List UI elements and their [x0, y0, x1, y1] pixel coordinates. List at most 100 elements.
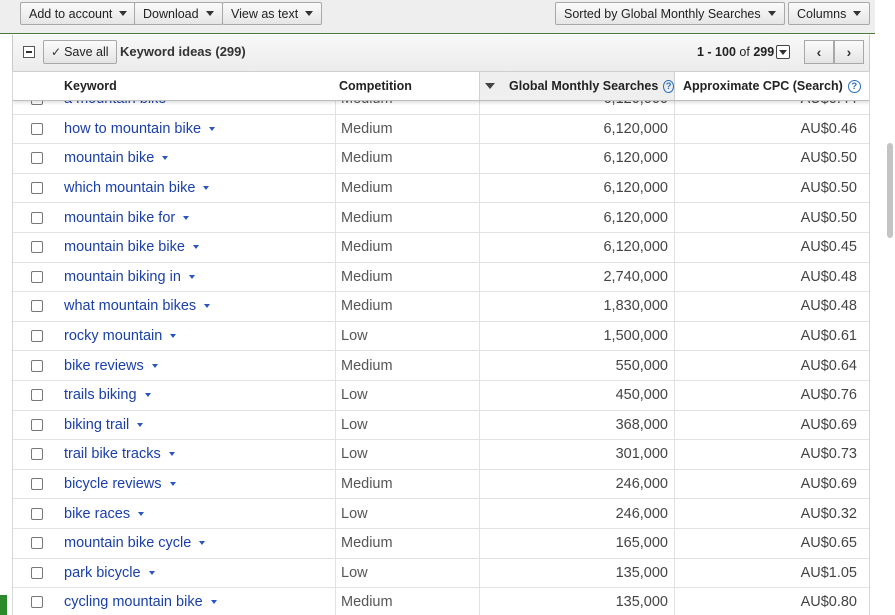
row-checkbox-cell — [13, 559, 61, 588]
prev-page-button[interactable]: ‹ — [804, 40, 834, 64]
keyword-text: mountain bike for — [64, 209, 176, 226]
keyword-link[interactable]: how to mountain bike — [64, 115, 334, 144]
keyword-link[interactable]: park bicycle — [64, 559, 334, 588]
monthly-searches-cell: 450,000 — [479, 380, 674, 410]
chevron-down-icon[interactable] — [148, 570, 155, 575]
header-keyword[interactable]: Keyword — [64, 72, 117, 100]
view-as-text-label: View as text — [231, 6, 299, 21]
sort-dropdown-button[interactable]: Sorted by Global Monthly Searches — [555, 2, 785, 25]
competition-cell: Medium — [335, 203, 479, 232]
row-checkbox[interactable] — [31, 537, 43, 550]
keyword-link[interactable]: trail bike tracks — [64, 440, 334, 469]
competition-cell: Low — [335, 380, 479, 410]
row-checkbox-cell — [13, 292, 61, 321]
cpc-cell: AU$0.80 — [674, 588, 869, 615]
chevron-down-icon[interactable] — [188, 274, 195, 279]
row-checkbox[interactable] — [31, 152, 43, 165]
save-all-button[interactable]: ✓ Save all — [43, 40, 117, 64]
chevron-down-icon[interactable] — [209, 126, 216, 131]
monthly-searches-cell: 1,500,000 — [479, 321, 674, 351]
row-checkbox[interactable] — [31, 300, 43, 313]
cpc-cell: AU$0.50 — [674, 144, 869, 173]
row-checkbox[interactable] — [31, 359, 43, 372]
chevron-down-icon[interactable] — [199, 541, 206, 546]
row-checkbox[interactable] — [31, 418, 43, 431]
chevron-down-icon[interactable] — [151, 363, 158, 368]
add-to-account-button[interactable]: Add to account — [20, 2, 137, 25]
page-scrollbar[interactable] — [887, 143, 893, 238]
keyword-link[interactable]: biking trail — [64, 411, 334, 440]
keyword-link[interactable]: mountain bike — [64, 144, 334, 173]
table-row: mountain biking in Medium 2,740,000 AU$0.48 — [13, 262, 869, 293]
help-icon[interactable]: ? — [847, 79, 861, 93]
chevron-down-icon[interactable] — [168, 452, 175, 457]
collapse-toggle-icon[interactable] — [23, 46, 35, 58]
page-size-dropdown-icon[interactable] — [776, 45, 790, 59]
row-checkbox[interactable] — [31, 507, 43, 520]
competition-cell: Medium — [335, 351, 479, 380]
cpc-cell: AU$0.46 — [674, 114, 869, 144]
row-checkbox[interactable] — [31, 330, 43, 343]
chevron-down-icon[interactable] — [169, 482, 176, 487]
monthly-searches-cell: 246,000 — [479, 499, 674, 528]
cpc-cell: AU$1.05 — [674, 558, 869, 588]
chevron-down-icon[interactable] — [192, 245, 199, 250]
row-checkbox[interactable] — [31, 478, 43, 491]
header-global-monthly-searches[interactable]: Global Monthly Searches ? — [479, 72, 675, 100]
keyword-text: trails biking — [64, 387, 137, 404]
header-approx-cpc-label: Approximate CPC (Search) — [683, 79, 843, 93]
row-checkbox[interactable] — [31, 596, 43, 609]
chevron-down-icon[interactable] — [204, 304, 211, 309]
chevron-down-icon[interactable] — [144, 393, 151, 398]
sort-dropdown-label: Sorted by Global Monthly Searches — [564, 6, 761, 21]
row-checkbox[interactable] — [31, 122, 43, 135]
row-checkbox[interactable] — [31, 241, 43, 254]
keyword-link[interactable]: cycling mountain bike — [64, 588, 334, 615]
keyword-link[interactable]: mountain biking in — [64, 263, 334, 292]
row-checkbox[interactable] — [31, 448, 43, 461]
chevron-down-icon[interactable] — [138, 511, 145, 516]
table-row: trail bike tracks Low 301,000 AU$0.73 — [13, 440, 869, 470]
cpc-cell: AU$0.48 — [674, 292, 869, 321]
chevron-down-icon[interactable] — [162, 156, 169, 161]
chevron-down-icon[interactable] — [137, 422, 144, 427]
keyword-link[interactable]: bike reviews — [64, 351, 334, 380]
header-competition[interactable]: Competition — [339, 72, 412, 100]
monthly-searches-cell: 6,120,000 — [479, 203, 674, 232]
next-page-button[interactable]: › — [834, 40, 864, 64]
keyword-link[interactable]: mountain bike cycle — [64, 529, 334, 558]
keyword-ideas-title: Keyword ideas (299) — [120, 44, 246, 59]
row-checkbox[interactable] — [31, 566, 43, 579]
keyword-link[interactable]: bicycle reviews — [64, 470, 334, 499]
row-checkbox[interactable] — [31, 389, 43, 402]
save-all-label: Save all — [64, 45, 109, 59]
row-checkbox[interactable] — [31, 211, 43, 224]
keyword-link[interactable]: bike races — [64, 499, 334, 528]
keyword-text: which mountain bike — [64, 180, 196, 197]
cpc-cell: AU$0.48 — [674, 262, 869, 292]
keyword-link[interactable]: rocky mountain — [64, 322, 334, 351]
competition-cell: Low — [335, 558, 479, 588]
keyword-link[interactable]: which mountain bike — [64, 174, 334, 203]
table-header: Keyword Competition Global Monthly Searc… — [13, 71, 869, 101]
header-approx-cpc[interactable]: Approximate CPC (Search) ? — [683, 72, 861, 100]
keyword-link[interactable]: what mountain bikes — [64, 292, 334, 321]
row-checkbox[interactable] — [31, 182, 43, 195]
help-icon[interactable]: ? — [663, 79, 674, 93]
keyword-link[interactable]: mountain bike for — [64, 203, 334, 232]
chevron-down-icon[interactable] — [183, 215, 190, 220]
view-as-text-button[interactable]: View as text — [222, 2, 323, 25]
chevron-down-icon — [853, 11, 862, 16]
keyword-link[interactable]: mountain bike bike — [64, 233, 334, 262]
row-checkbox[interactable] — [31, 270, 43, 283]
table-row: bike reviews Medium 550,000 AU$0.64 — [13, 351, 869, 381]
chevron-down-icon[interactable] — [170, 334, 177, 339]
row-checkbox-cell — [13, 470, 61, 499]
columns-button[interactable]: Columns — [788, 2, 871, 25]
download-button[interactable]: Download — [134, 2, 223, 25]
chevron-down-icon[interactable] — [203, 186, 210, 191]
keyword-text: how to mountain bike — [64, 120, 202, 137]
chevron-down-icon[interactable] — [210, 600, 217, 605]
keyword-link[interactable]: trails biking — [64, 381, 334, 410]
row-checkbox-cell — [13, 588, 61, 615]
